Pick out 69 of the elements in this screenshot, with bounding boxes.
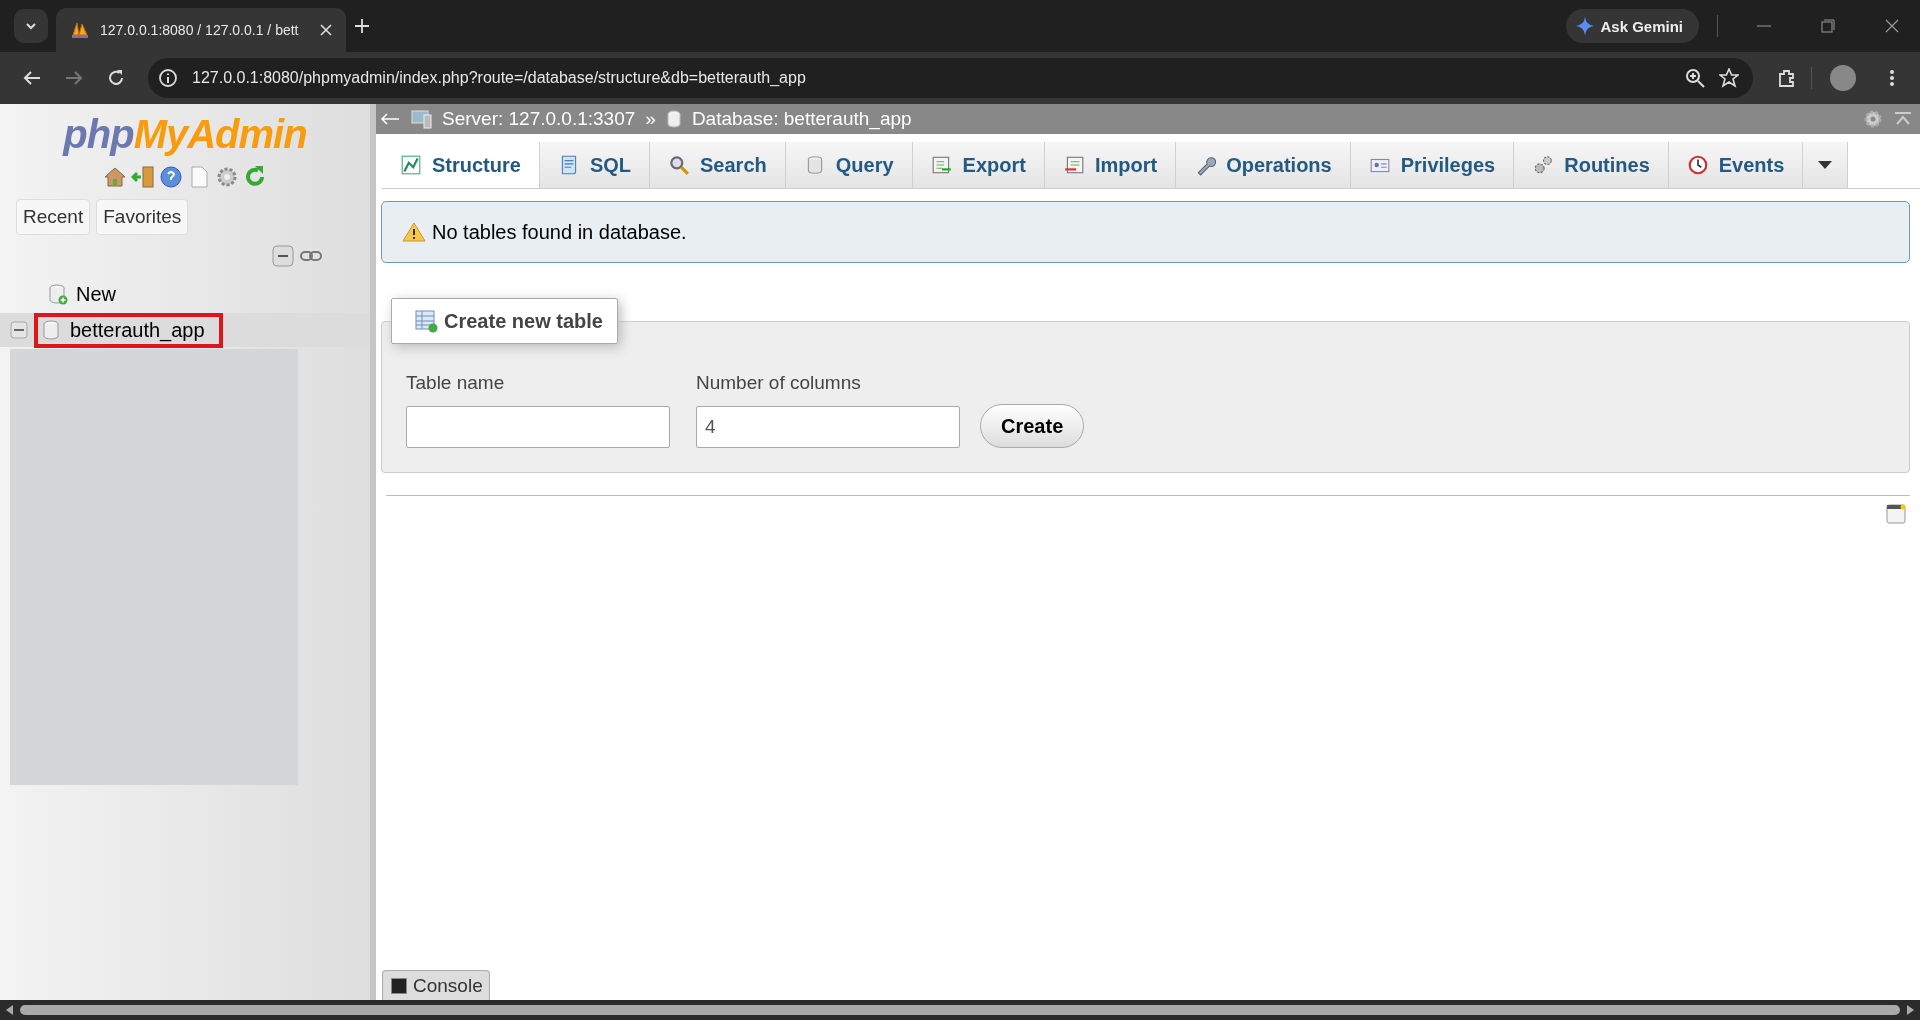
chart-icon [400,154,422,176]
tab[interactable]: Events [1668,142,1804,188]
add-database-icon [48,283,68,305]
scroll-left-icon[interactable] [6,1005,14,1015]
zoom-icon[interactable] [1685,68,1705,88]
sidebar-button[interactable]: Recent [16,199,91,235]
console-tab[interactable]: Console [382,970,490,1000]
database-link[interactable]: Database: betterauth_app [691,108,912,130]
browser-tab[interactable]: 127.0.0.1:8080 / 127.0.0.1 / bett [56,8,346,52]
tab[interactable]: Export [912,142,1045,188]
add-table-icon [414,309,438,333]
horizontal-scrollbar[interactable] [0,1000,1920,1020]
forward-arrow-icon[interactable] [65,70,83,86]
door-icon[interactable] [131,165,155,189]
warning-icon [402,221,426,243]
home-icon[interactable] [103,165,127,189]
collapse-icon[interactable] [10,321,28,339]
restore-icon[interactable] [1821,19,1835,33]
tree-item[interactable]: betterauth_app [34,312,223,348]
tab-search-button[interactable] [14,9,48,43]
back-arrow-icon[interactable] [23,70,41,86]
help-icon[interactable] [159,165,183,189]
ask-gemini-button[interactable]: Ask Gemini [1566,9,1699,43]
more-tabs-button[interactable] [1803,142,1849,188]
menu-icon[interactable] [1890,69,1894,87]
database-icon [665,109,682,129]
legend-text: Create new table [444,309,603,333]
tab[interactable]: SQL [539,142,651,188]
import-icon [1062,154,1085,176]
gears-icon [1532,154,1555,176]
page-settings-icon[interactable] [1886,504,1906,524]
create-button[interactable]: Create [980,404,1085,448]
triangle-down-icon [1817,160,1834,170]
tree-item[interactable]: New [44,276,134,312]
scroll-right-icon[interactable] [1906,1005,1914,1015]
sparkle-icon [1576,17,1595,35]
search-icon [668,154,691,176]
terminal-icon [391,977,407,994]
tab-title: 127.0.0.1:8080 / 127.0.0.1 / bett [100,22,300,38]
server-link[interactable]: Server: 127.0.0.1:3307 [442,108,636,130]
tab[interactable]: Operations [1176,142,1351,188]
collapse-all-icon[interactable] [272,245,294,267]
clock-icon [1686,154,1709,176]
field-label: Number of columns [696,372,862,394]
export-icon [930,154,953,176]
reload-icon[interactable] [107,69,125,87]
avatar[interactable] [1830,65,1856,91]
breadcrumb-separator: » [645,108,656,130]
input-field[interactable]: 4 [696,406,960,448]
new-tab-icon[interactable] [354,18,370,34]
tab[interactable]: Query [785,142,913,188]
sidebar-button[interactable]: Favorites [96,199,189,235]
logo[interactable]: phpMyAdmin [0,104,370,157]
sailboat-icon [70,21,90,39]
info-icon[interactable] [158,68,178,88]
star-icon[interactable] [1719,68,1739,88]
puzzle-icon[interactable] [1777,68,1797,88]
tab[interactable]: Search [650,142,786,188]
tab[interactable]: Routines [1514,142,1669,188]
input-field[interactable] [406,406,670,448]
close-icon[interactable] [1885,19,1899,33]
message-text: No tables found in database. [432,220,687,244]
server-icon [410,109,432,129]
tab[interactable]: Import [1044,142,1177,188]
tab[interactable]: Privileges [1350,142,1515,188]
address-bar[interactable]: 127.0.0.1:8080/phpmyadmin/index.php?route=/database/structure&db=betterauth_app [148,58,1753,98]
database-icon [42,319,62,341]
field-label: Table name [406,372,506,394]
settings-icon[interactable] [215,165,239,189]
